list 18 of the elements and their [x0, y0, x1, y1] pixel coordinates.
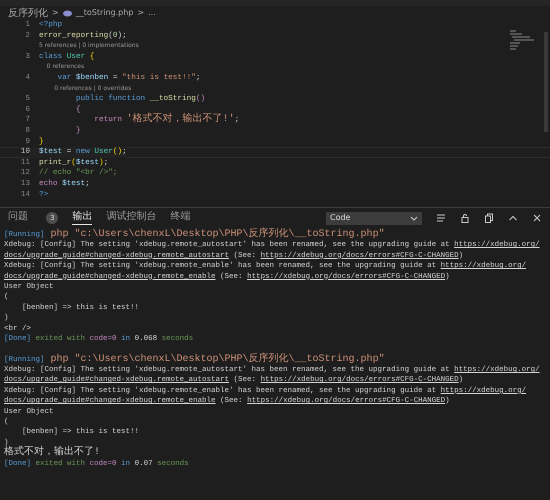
lock-icon[interactable] — [460, 213, 470, 223]
breadcrumb-separator: > — [52, 7, 59, 19]
copy-icon[interactable] — [484, 213, 494, 223]
output-channel-select[interactable]: Code — [326, 212, 422, 224]
close-icon[interactable] — [532, 213, 542, 223]
chevron-up-icon[interactable] — [508, 213, 518, 223]
breadcrumb-item[interactable]: 反序列化 — [8, 6, 48, 20]
panel-tab[interactable]: 问题 — [8, 211, 28, 225]
panel-tab[interactable]: 输出 — [72, 211, 92, 225]
breadcrumb-separator: > — [137, 7, 144, 19]
panel-tab[interactable]: 终端 — [170, 211, 190, 225]
list-icon[interactable] — [436, 213, 446, 223]
chevron-down-icon — [410, 216, 418, 220]
minimap-drawing — [510, 30, 536, 52]
panel-tab[interactable]: 调试控制台 — [106, 211, 156, 225]
breadcrumb-item[interactable]: ... — [148, 7, 156, 19]
php-file-icon — [62, 10, 72, 16]
breadcrumb-item[interactable]: __toString.php — [76, 7, 134, 19]
